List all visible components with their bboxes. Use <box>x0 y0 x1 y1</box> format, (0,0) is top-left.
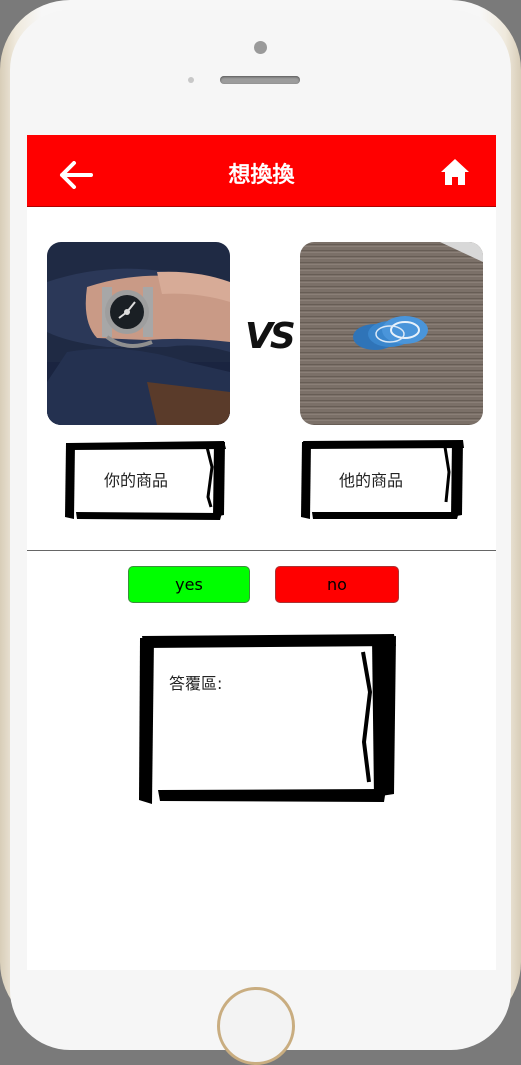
brush-frame-decoration <box>139 634 396 804</box>
versus-label: VS <box>245 316 296 357</box>
phone-frame: 想換換 VS 你的商品 他的商品 yes no 答覆區: <box>0 0 521 1065</box>
their-item-label: 他的商品 <box>339 471 404 490</box>
earpiece-speaker <box>220 76 300 84</box>
their-item-label-box: 他的商品 <box>299 437 467 521</box>
wristwatch-photo <box>47 242 230 425</box>
sensor-dot <box>188 77 194 83</box>
app-screen: 想換換 VS 你的商品 他的商品 yes no 答覆區: <box>27 135 496 970</box>
their-item-photo[interactable] <box>300 242 483 425</box>
app-header: 想換換 <box>27 135 496 207</box>
page-title: 想換換 <box>228 163 295 188</box>
front-camera <box>254 41 267 54</box>
poker-chips-photo <box>300 242 483 425</box>
reply-area-label: 答覆區: <box>169 674 223 693</box>
no-button[interactable]: no <box>275 566 399 603</box>
home-icon <box>441 159 469 185</box>
your-item-label-box: 你的商品 <box>62 437 230 521</box>
reply-area[interactable]: 答覆區: <box>138 632 400 806</box>
phone-home-button[interactable] <box>217 987 295 1065</box>
home-button[interactable] <box>439 157 471 187</box>
section-divider <box>27 550 496 551</box>
yes-button[interactable]: yes <box>128 566 250 603</box>
your-item-photo[interactable] <box>47 242 230 425</box>
your-item-label: 你的商品 <box>104 471 169 490</box>
